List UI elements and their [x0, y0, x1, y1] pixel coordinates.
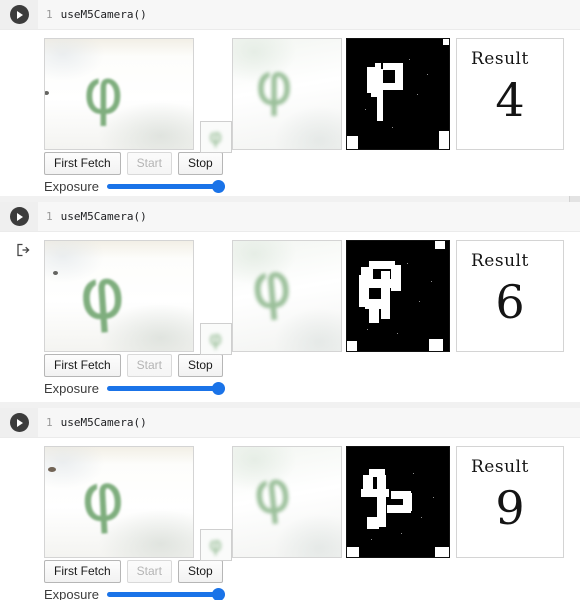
result-card: Result 6 — [456, 240, 564, 352]
cropped-photo: φ — [233, 39, 341, 149]
camera-preview: φ — [44, 446, 194, 558]
slider-thumb[interactable] — [211, 382, 225, 395]
control-buttons: First Fetch Start Stop — [44, 560, 223, 583]
cropped-photo: φ — [233, 241, 341, 351]
result-value: 6 — [495, 275, 525, 329]
code-text: useM5Camera() — [60, 210, 147, 223]
camera-preview: φ — [44, 38, 194, 150]
cropped-preview: φ — [232, 38, 342, 150]
stop-button[interactable]: Stop — [178, 354, 223, 377]
camera-photo: φ — [45, 241, 193, 351]
binarized-preview — [346, 446, 450, 558]
line-number: 1 — [46, 210, 53, 223]
stop-button[interactable]: Stop — [178, 560, 223, 583]
cell-header: 1 useM5Camera() — [0, 408, 580, 438]
cell-output: φ φ φ — [0, 232, 580, 402]
play-icon[interactable] — [9, 207, 29, 226]
cell-header: 1 useM5Camera() — [0, 202, 580, 232]
code-line[interactable]: 1 useM5Camera() — [46, 0, 147, 29]
result-card: Result 9 — [456, 446, 564, 558]
notebook-cell: 1 useM5Camera() φ φ φ Result 4 First Fet… — [0, 0, 580, 196]
cell-output: φ φ φ — [0, 30, 580, 196]
preview-panels: φ φ φ — [44, 38, 564, 153]
result-value: 9 — [495, 481, 525, 535]
code-line[interactable]: 1 useM5Camera() — [46, 202, 147, 231]
first-fetch-button[interactable]: First Fetch — [44, 560, 121, 583]
cropped-preview: φ — [232, 240, 342, 352]
exposure-control: Exposure — [44, 381, 225, 396]
binarized-preview — [346, 38, 450, 150]
run-gutter — [0, 0, 38, 29]
cropped-preview: φ — [232, 446, 342, 558]
result-value: 4 — [495, 73, 525, 127]
control-buttons: First Fetch Start Stop — [44, 354, 223, 377]
binarized-preview — [346, 240, 450, 352]
result-label: Result — [471, 49, 529, 69]
exposure-label: Exposure — [44, 381, 99, 396]
preview-panels: φ φ φ — [44, 446, 564, 561]
binary-image — [347, 447, 449, 557]
result-label: Result — [471, 251, 529, 271]
result-card: Result 4 — [456, 38, 564, 150]
code-line[interactable]: 1 useM5Camera() — [46, 408, 147, 437]
line-number: 1 — [46, 8, 53, 21]
notebook-viewport: 1 useM5Camera() φ φ φ Result 4 First Fet… — [0, 0, 580, 600]
start-button: Start — [126, 560, 173, 583]
camera-photo: φ — [45, 447, 193, 557]
notebook-cell: 1 useM5Camera() φ φ φ Result 9 First Fet… — [0, 408, 580, 600]
run-gutter — [0, 202, 38, 231]
binary-image — [347, 39, 449, 149]
exposure-control: Exposure — [44, 587, 225, 600]
preview-panels: φ φ φ — [44, 240, 564, 355]
start-button: Start — [126, 354, 173, 377]
output-export-icon[interactable] — [15, 242, 31, 258]
cell-output: φ φ φ — [0, 438, 580, 600]
slider-track — [106, 184, 225, 189]
exposure-slider[interactable] — [106, 382, 225, 396]
start-button: Start — [126, 152, 173, 175]
detected-glyph-thumbnail: φ — [200, 529, 232, 561]
first-fetch-button[interactable]: First Fetch — [44, 354, 121, 377]
exposure-slider[interactable] — [106, 588, 225, 600]
camera-photo: φ — [45, 39, 193, 149]
binary-image — [347, 241, 449, 351]
result-label: Result — [471, 457, 529, 477]
detected-glyph-thumbnail: φ — [200, 121, 232, 153]
exposure-slider[interactable] — [106, 180, 225, 194]
play-icon[interactable] — [9, 5, 29, 24]
code-text: useM5Camera() — [60, 416, 147, 429]
first-fetch-button[interactable]: First Fetch — [44, 152, 121, 175]
control-buttons: First Fetch Start Stop — [44, 152, 223, 175]
stop-button[interactable]: Stop — [178, 152, 223, 175]
cropped-photo: φ — [233, 447, 341, 557]
code-text: useM5Camera() — [60, 8, 147, 21]
detected-glyph-thumbnail: φ — [200, 323, 232, 355]
slider-thumb[interactable] — [211, 588, 225, 600]
cell-header: 1 useM5Camera() — [0, 0, 580, 30]
play-icon[interactable] — [9, 413, 29, 432]
notebook-cell: 1 useM5Camera() φ φ φ Result 6 First Fet… — [0, 202, 580, 402]
line-number: 1 — [46, 416, 53, 429]
slider-track — [106, 386, 225, 391]
exposure-label: Exposure — [44, 179, 99, 194]
slider-thumb[interactable] — [211, 180, 225, 193]
run-gutter — [0, 408, 38, 437]
camera-preview: φ — [44, 240, 194, 352]
exposure-control: Exposure — [44, 179, 225, 194]
slider-track — [106, 592, 225, 597]
exposure-label: Exposure — [44, 587, 99, 600]
